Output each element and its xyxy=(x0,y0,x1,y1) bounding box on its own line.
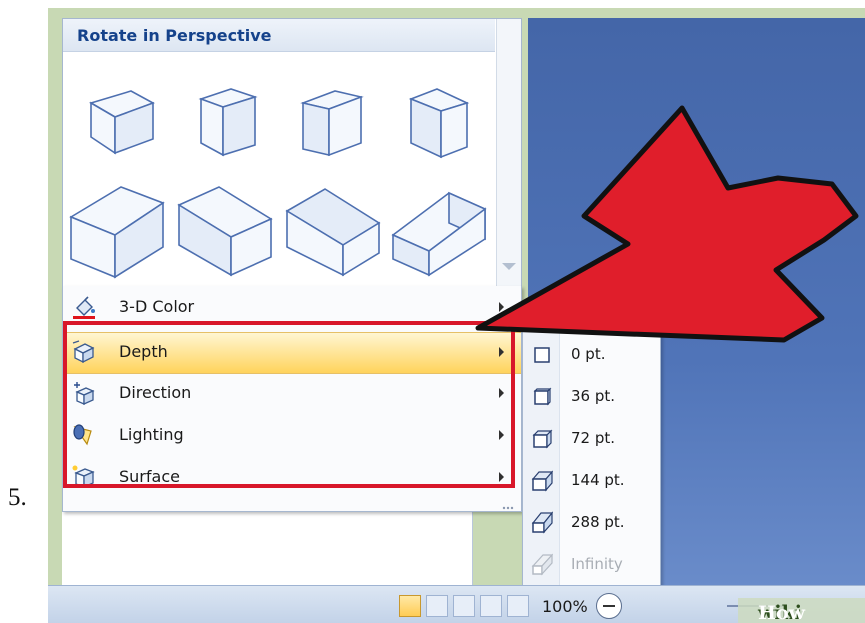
step-number: 5. xyxy=(8,484,27,511)
screenshot-frame: Rotate in Perspective 3-D Color Depth Di… xyxy=(48,8,865,623)
annotation-arrow-icon xyxy=(475,105,859,343)
